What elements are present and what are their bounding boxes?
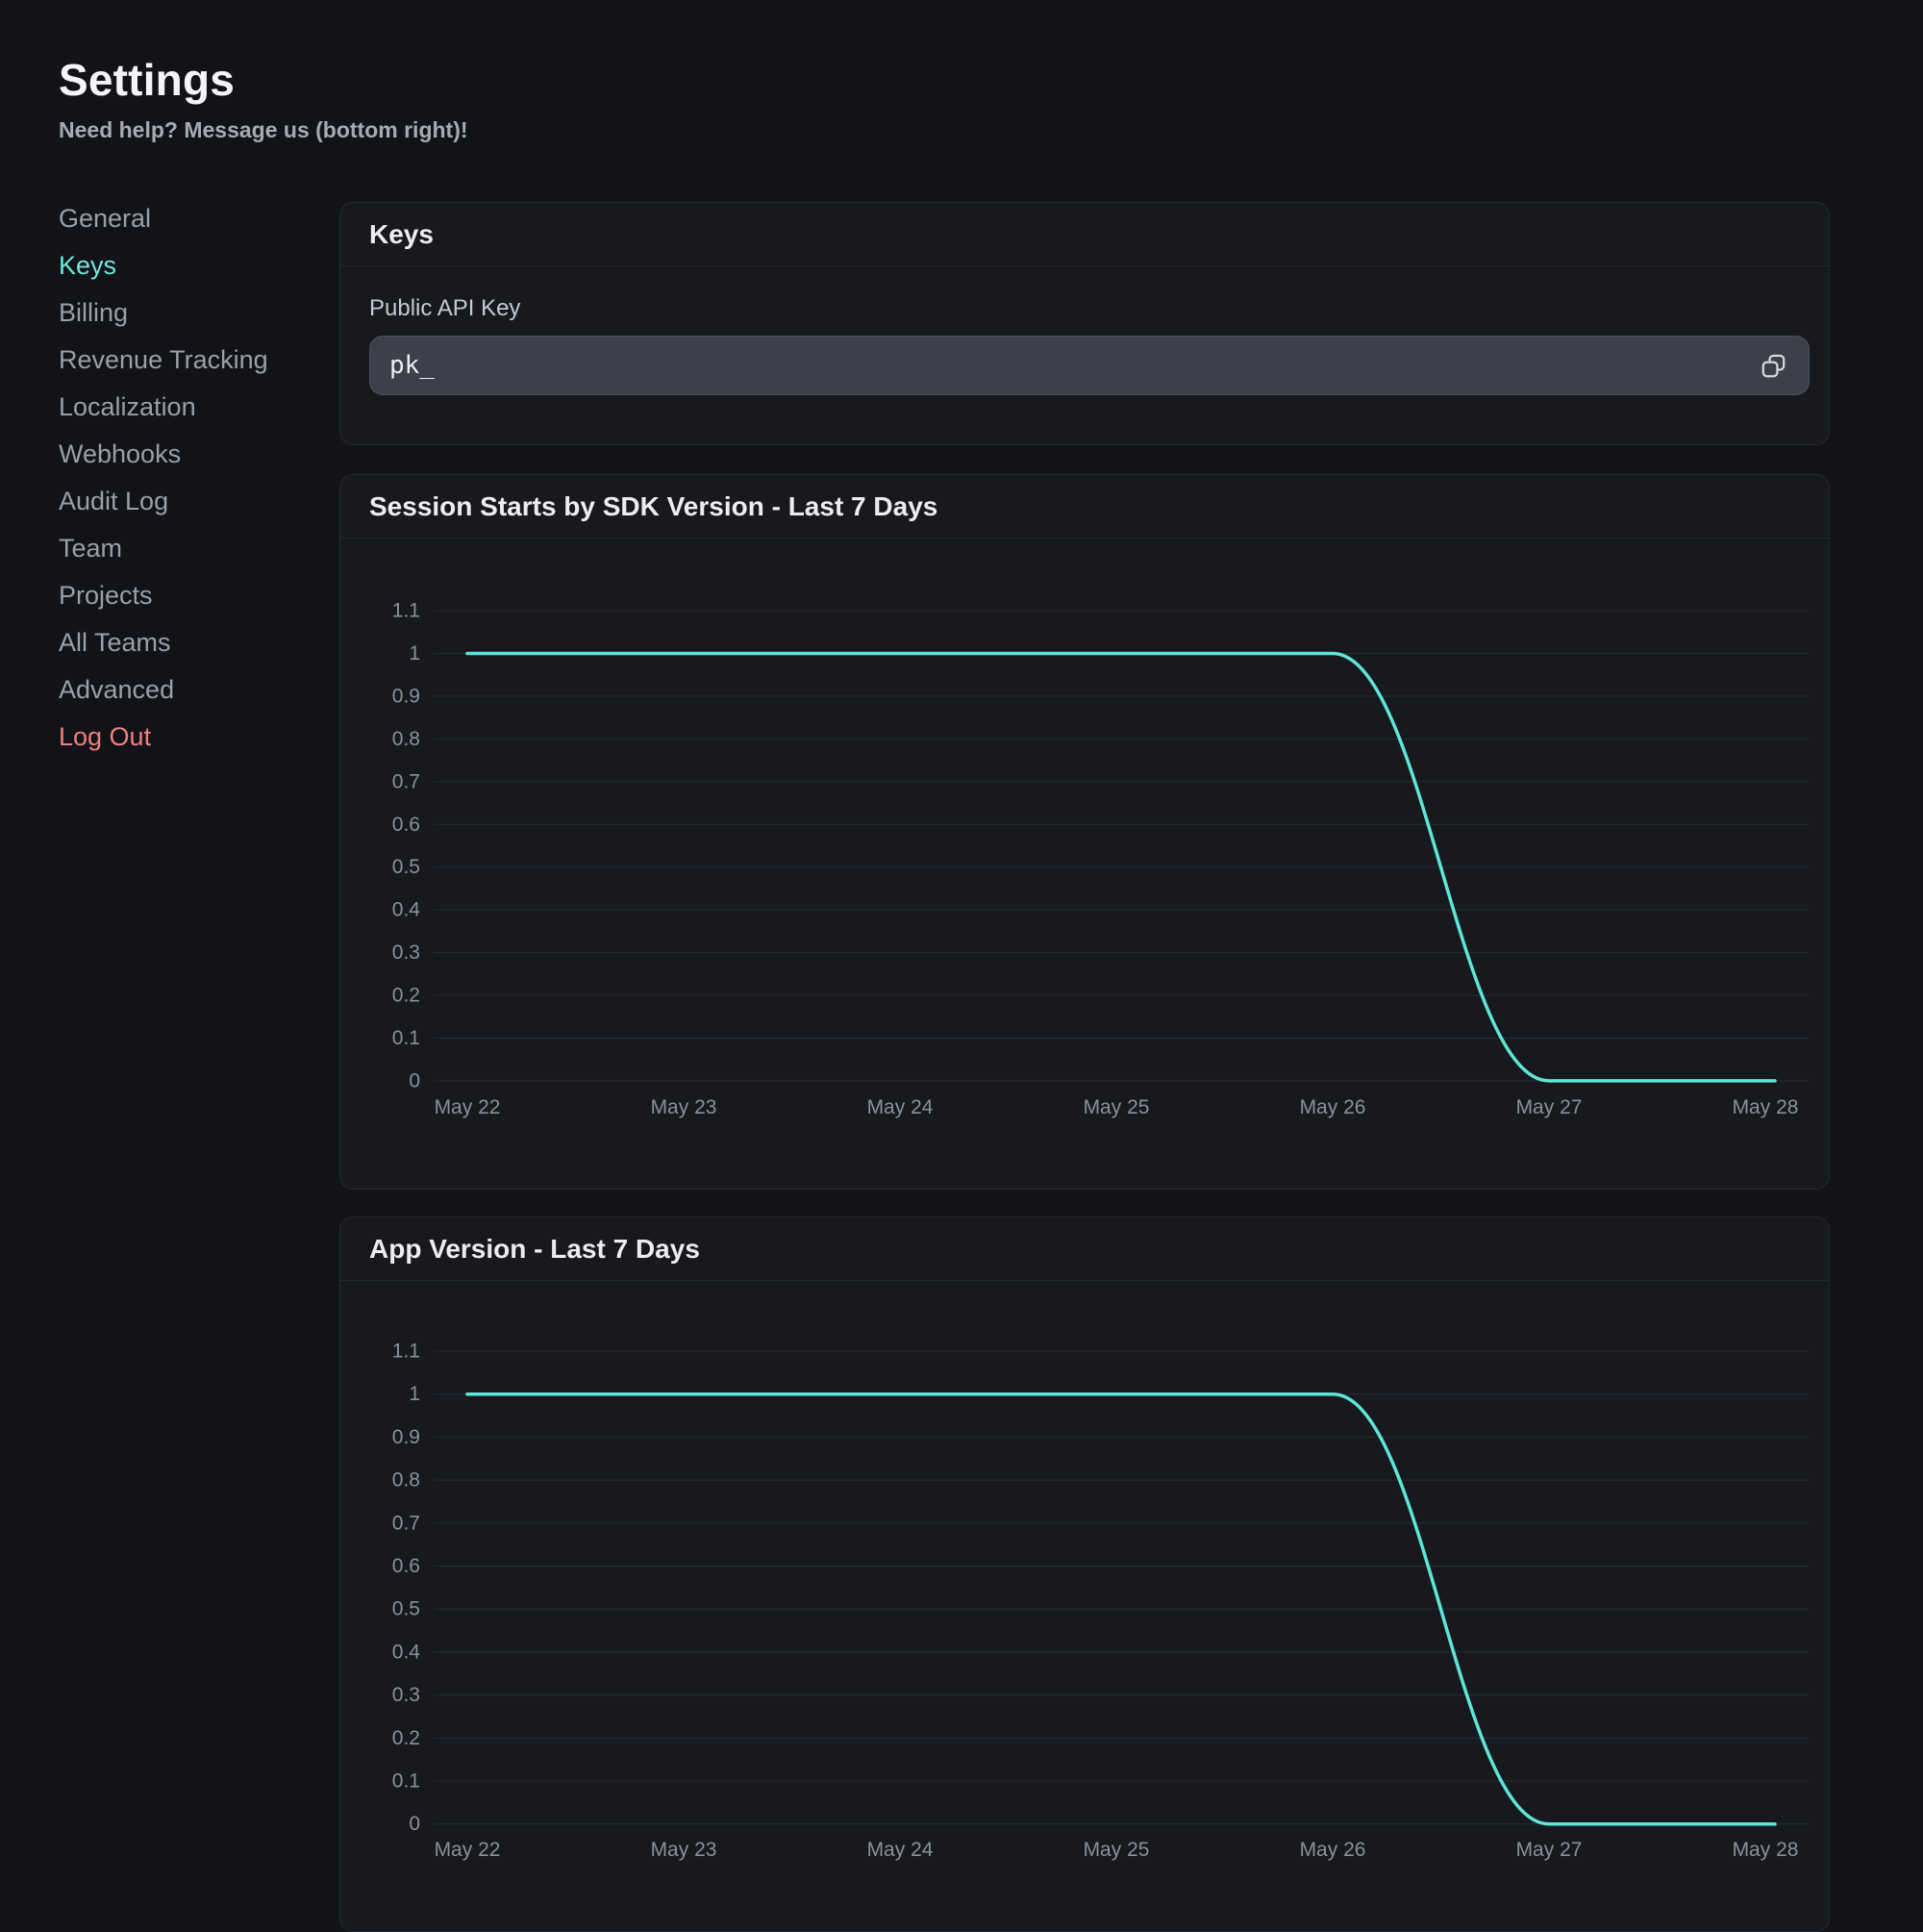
copy-api-key-button[interactable]: [1753, 345, 1793, 386]
app-version-chart-title: App Version - Last 7 Days: [340, 1217, 1829, 1281]
svg-text:May 23: May 23: [651, 1839, 717, 1861]
svg-text:May 25: May 25: [1084, 1096, 1150, 1118]
svg-text:1.1: 1.1: [392, 1341, 420, 1363]
page-subtitle: Need help? Message us (bottom right)!: [59, 117, 468, 143]
svg-text:0.9: 0.9: [392, 1426, 420, 1448]
sdk-version-chart-title: Session Starts by SDK Version - Last 7 D…: [340, 475, 1829, 539]
svg-text:0.6: 0.6: [392, 1555, 420, 1577]
svg-text:0.4: 0.4: [392, 1641, 421, 1663]
keys-card-body: Public API Key pk_: [340, 295, 1829, 395]
svg-text:0.6: 0.6: [392, 814, 420, 836]
sidebar-item-localization[interactable]: Localization: [59, 384, 309, 431]
svg-text:May 22: May 22: [435, 1096, 501, 1118]
svg-text:0.7: 0.7: [392, 1512, 420, 1534]
svg-text:0.3: 0.3: [392, 941, 420, 964]
svg-text:0: 0: [409, 1813, 420, 1835]
svg-text:0.4: 0.4: [392, 899, 421, 921]
svg-text:May 24: May 24: [867, 1839, 934, 1861]
svg-text:May 26: May 26: [1300, 1096, 1366, 1118]
svg-text:May 23: May 23: [651, 1096, 717, 1118]
svg-text:1: 1: [409, 1383, 420, 1405]
svg-text:0.5: 0.5: [392, 856, 420, 878]
sidebar-item-log-out[interactable]: Log Out: [59, 714, 309, 761]
svg-text:May 22: May 22: [435, 1839, 501, 1861]
app-version-chart: 1.1 1 0.9 0.8 0.7 0.6 0.5 0.4 0.3 0.2 0.1 0 May 22 Ma…: [340, 1281, 1829, 1932]
svg-text:0.5: 0.5: [392, 1598, 420, 1620]
sidebar-item-projects[interactable]: Projects: [59, 572, 309, 619]
svg-text:0.2: 0.2: [392, 1727, 420, 1749]
svg-text:1.1: 1.1: [392, 600, 420, 622]
sdk-version-chart: 1.1 1 0.9 0.8 0.7 0.6 0.5 0.4 0.3 0.2 0.1 0 May 22 Ma…: [340, 539, 1829, 1190]
svg-text:0: 0: [409, 1069, 420, 1091]
sidebar-item-keys[interactable]: Keys: [59, 242, 309, 289]
settings-nav: GeneralKeysBillingRevenue TrackingLocali…: [59, 195, 309, 761]
svg-text:0.8: 0.8: [392, 1469, 420, 1492]
sidebar-item-billing[interactable]: Billing: [59, 289, 309, 337]
sidebar-item-team[interactable]: Team: [59, 525, 309, 572]
keys-card-title: Keys: [340, 203, 1829, 266]
svg-text:0.3: 0.3: [392, 1684, 420, 1706]
svg-text:0.1: 0.1: [392, 1027, 420, 1049]
svg-text:May 27: May 27: [1516, 1096, 1583, 1118]
svg-text:0.1: 0.1: [392, 1770, 420, 1793]
svg-text:May 28: May 28: [1733, 1839, 1799, 1861]
svg-text:May 28: May 28: [1733, 1096, 1799, 1118]
svg-text:0.9: 0.9: [392, 685, 420, 707]
keys-card: Keys Public API Key pk_: [339, 202, 1830, 445]
svg-text:0.2: 0.2: [392, 985, 420, 1007]
svg-text:1: 1: [409, 642, 420, 665]
public-api-key-input[interactable]: pk_: [369, 336, 1810, 395]
svg-text:May 24: May 24: [867, 1096, 934, 1118]
page-title: Settings: [59, 54, 235, 106]
app-version-chart-card: App Version - Last 7 Days 1.1 1 0.9 0.8 0.7 0…: [339, 1217, 1830, 1932]
sidebar-item-general[interactable]: General: [59, 195, 309, 242]
sidebar-item-revenue-tracking[interactable]: Revenue Tracking: [59, 337, 309, 384]
copy-icon: [1761, 353, 1786, 379]
sidebar-item-audit-log[interactable]: Audit Log: [59, 478, 309, 525]
svg-text:0.7: 0.7: [392, 770, 420, 792]
sidebar-item-all-teams[interactable]: All Teams: [59, 619, 309, 666]
sdk-version-chart-card: Session Starts by SDK Version - Last 7 D…: [339, 474, 1830, 1190]
svg-text:May 25: May 25: [1084, 1839, 1150, 1861]
svg-text:May 27: May 27: [1516, 1839, 1583, 1861]
public-api-key-label: Public API Key: [369, 295, 1829, 322]
svg-text:May 26: May 26: [1300, 1839, 1366, 1861]
sidebar-item-advanced[interactable]: Advanced: [59, 666, 309, 714]
svg-text:0.8: 0.8: [392, 728, 420, 750]
sidebar-item-webhooks[interactable]: Webhooks: [59, 431, 309, 478]
public-api-key-value: pk_: [389, 351, 435, 380]
